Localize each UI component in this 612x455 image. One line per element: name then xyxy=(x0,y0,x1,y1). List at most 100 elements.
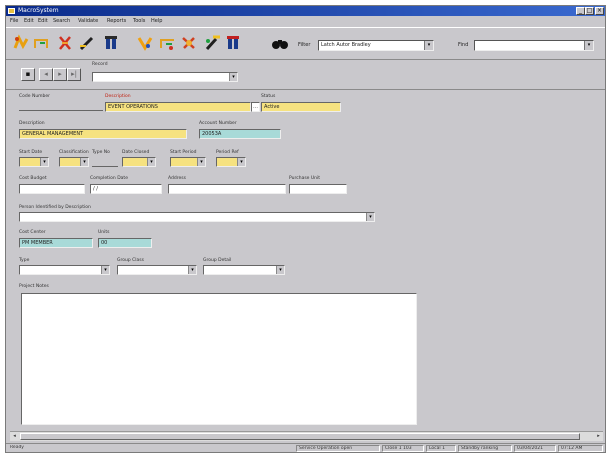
status-bar: Ready Service Operation open Close 1 103… xyxy=(6,443,605,453)
record-combo[interactable]: ▾ xyxy=(92,72,238,82)
type-no-field[interactable] xyxy=(92,157,118,167)
units-field[interactable]: 00 xyxy=(98,238,152,248)
cost-budget-field[interactable] xyxy=(19,184,85,194)
record-dropdown-arrow[interactable]: ▾ xyxy=(229,73,237,81)
menu-tools[interactable]: Tools xyxy=(133,18,145,24)
status-close: Close 1 103 xyxy=(382,445,424,452)
period-ref-field[interactable]: ▾ xyxy=(216,157,246,167)
find-label: Find xyxy=(458,42,469,48)
menu-bar: File Edit Edit Search Validate Reports T… xyxy=(6,17,605,26)
code-number-field[interactable] xyxy=(19,101,103,111)
group-detail-field[interactable]: ▾ xyxy=(203,265,285,275)
completion-date-label: Completion Date xyxy=(90,176,128,181)
type-dropdown-arrow[interactable]: ▾ xyxy=(101,266,109,274)
project-notes-textarea[interactable] xyxy=(21,293,417,425)
description-2-value: GENERAL MANAGEMENT xyxy=(22,131,84,137)
description-lookup-button[interactable]: … xyxy=(251,102,260,112)
group-class-dropdown-arrow[interactable]: ▾ xyxy=(188,266,196,274)
menu-help[interactable]: Help xyxy=(151,18,162,24)
start-period-dropdown-arrow[interactable]: ▾ xyxy=(197,158,205,166)
type-field[interactable]: ▾ xyxy=(19,265,110,275)
arrow-left-icon: ◂ xyxy=(44,70,48,78)
cut-button[interactable] xyxy=(56,34,74,52)
binoculars-icon xyxy=(272,40,288,49)
toolbar: Filter Latch Autor Bradley ▾ Find ▾ xyxy=(6,27,605,60)
status-ready: Ready xyxy=(10,445,24,450)
status-date: 03/04/2021 xyxy=(514,445,556,452)
new-record-icon xyxy=(13,34,29,50)
export-icon xyxy=(160,39,174,50)
pencil-icon xyxy=(79,36,94,51)
maximize-button[interactable]: □ xyxy=(585,7,594,15)
new-record-button[interactable] xyxy=(12,34,30,52)
tools-button[interactable] xyxy=(180,34,198,52)
completion-date-field[interactable]: / / xyxy=(90,184,162,194)
scroll-left-icon[interactable]: ◂ xyxy=(10,432,19,441)
export-button[interactable] xyxy=(158,34,176,52)
arrow-last-icon: ▸| xyxy=(71,70,77,78)
description-field[interactable]: EVENT OPERATIONS xyxy=(105,102,251,112)
import-button[interactable] xyxy=(136,34,154,52)
menu-edit[interactable]: Edit xyxy=(24,18,34,24)
last-record-button[interactable]: ▸| xyxy=(67,68,81,81)
classification-dropdown-arrow[interactable]: ▾ xyxy=(80,158,88,166)
filter-combo[interactable]: Latch Autor Bradley ▾ xyxy=(318,40,434,51)
save-record-button[interactable]: ▪ xyxy=(21,68,35,81)
cost-center-field[interactable]: PM MEMBER xyxy=(19,238,93,248)
status-label: Status xyxy=(261,94,276,99)
person-identified-lookup-arrow[interactable]: ▾ xyxy=(366,213,374,221)
scrollbar-thumb[interactable] xyxy=(20,433,580,440)
purchase-unit-field[interactable] xyxy=(289,184,347,194)
status-ranking: Standby ranking xyxy=(458,445,512,452)
start-date-field[interactable]: ▾ xyxy=(19,157,49,167)
classification-field[interactable]: ▾ xyxy=(59,157,89,167)
menu-search[interactable]: Search xyxy=(53,18,70,24)
find-button[interactable] xyxy=(271,34,289,52)
description-2-field[interactable]: GENERAL MANAGEMENT xyxy=(19,129,187,139)
previous-record-button[interactable]: ◂ xyxy=(39,68,53,81)
group-class-field[interactable]: ▾ xyxy=(117,265,197,275)
address-label: Address xyxy=(168,176,186,181)
next-record-button[interactable]: ▸ xyxy=(53,68,67,81)
description-label: Description xyxy=(105,94,131,99)
post-button[interactable] xyxy=(204,34,222,52)
group-detail-label: Group Detail xyxy=(203,258,232,263)
minimize-button[interactable]: _ xyxy=(576,7,585,15)
edit-button[interactable] xyxy=(78,34,96,52)
person-identified-field[interactable]: ▾ xyxy=(19,212,375,222)
app-icon xyxy=(8,8,15,14)
users-button[interactable] xyxy=(102,34,120,52)
menu-file[interactable]: File xyxy=(10,18,18,24)
period-ref-dropdown-arrow[interactable]: ▾ xyxy=(237,158,245,166)
group-detail-dropdown-arrow[interactable]: ▾ xyxy=(276,266,284,274)
window-title: MacroSystem xyxy=(18,7,59,14)
period-ref-label: Period Ref xyxy=(216,150,239,155)
archive-button[interactable] xyxy=(224,34,242,52)
find-combo[interactable]: ▾ xyxy=(474,40,594,51)
open-button[interactable] xyxy=(32,34,50,52)
account-number-field[interactable]: 20053A xyxy=(199,129,281,139)
date-closed-field[interactable]: ▾ xyxy=(122,157,156,167)
find-dropdown-arrow[interactable]: ▾ xyxy=(584,41,593,50)
start-date-dropdown-arrow[interactable]: ▾ xyxy=(40,158,48,166)
status-time: 07:12 AM xyxy=(558,445,603,452)
close-button[interactable]: × xyxy=(595,7,604,15)
address-field[interactable] xyxy=(168,184,286,194)
status-field[interactable]: Active xyxy=(261,102,341,112)
status-local: Local 1 xyxy=(426,445,456,452)
filter-dropdown-arrow[interactable]: ▾ xyxy=(424,41,433,50)
description-2-label: Description xyxy=(19,121,45,126)
type-no-label: Type No xyxy=(92,150,110,155)
start-period-field[interactable]: ▾ xyxy=(170,157,206,167)
date-closed-dropdown-arrow[interactable]: ▾ xyxy=(147,158,155,166)
import-icon xyxy=(137,37,153,51)
menu-reports[interactable]: Reports xyxy=(107,18,126,24)
menu-edit-2[interactable]: Edit xyxy=(38,18,48,24)
status-operation: Service Operation open xyxy=(296,445,380,452)
type-label: Type xyxy=(19,258,30,263)
horizontal-scrollbar[interactable]: ◂ ▸ xyxy=(10,431,603,441)
record-navigator: ▪ ◂ ▸ ▸| Record ▾ xyxy=(6,59,605,90)
menu-validate[interactable]: Validate xyxy=(78,18,98,24)
scroll-right-icon[interactable]: ▸ xyxy=(594,432,603,441)
cut-icon xyxy=(59,36,71,50)
